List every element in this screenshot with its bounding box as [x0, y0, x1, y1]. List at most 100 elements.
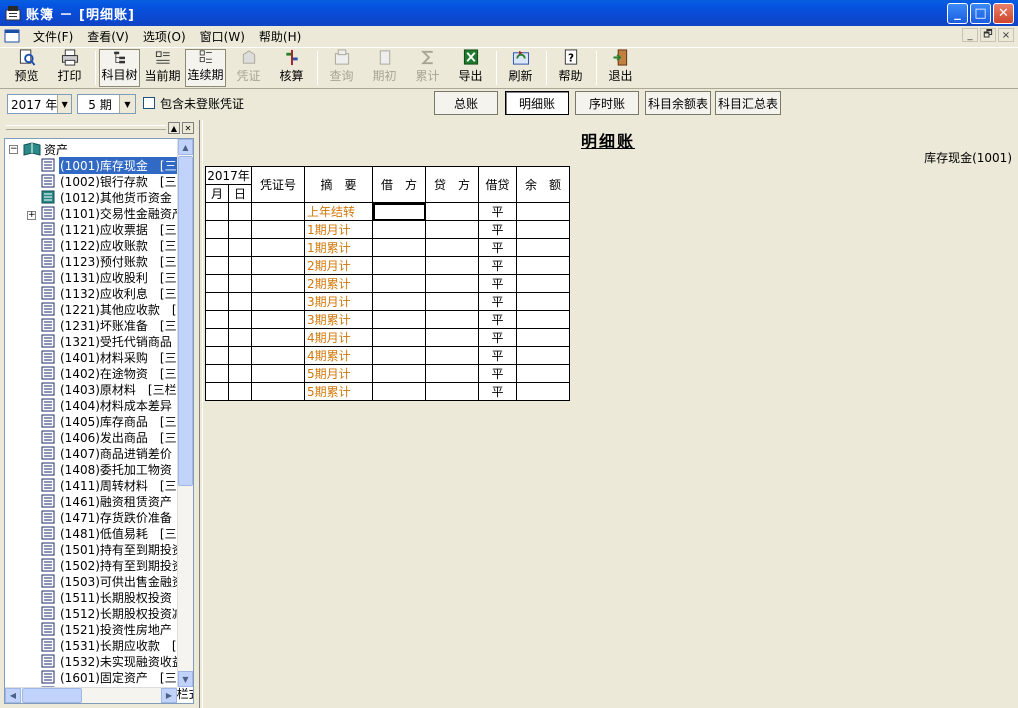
- voucher-cell[interactable]: [251, 256, 305, 275]
- debit-cell[interactable]: [372, 238, 426, 257]
- month-cell[interactable]: [205, 202, 229, 221]
- scroll-thumb[interactable]: [178, 156, 193, 486]
- scroll-right-icon[interactable]: ▶: [161, 688, 177, 703]
- title-bar[interactable]: 账簿 － [明细账] _ □ ✕: [0, 0, 1018, 26]
- scroll-left-icon[interactable]: ◀: [5, 688, 21, 703]
- tree-item[interactable]: (1511)长期股权投资: [41, 589, 173, 605]
- direction-cell[interactable]: 平: [478, 382, 517, 401]
- summary-cell[interactable]: 3期累计: [304, 310, 373, 329]
- balance-cell[interactable]: [516, 364, 570, 383]
- tree-item[interactable]: (1531)长期应收款 [三栏式]: [41, 637, 193, 653]
- summary-cell[interactable]: 4期月计: [304, 328, 373, 347]
- balance-cell[interactable]: [516, 202, 570, 221]
- debit-cell[interactable]: [372, 292, 426, 311]
- balance-cell[interactable]: [516, 256, 570, 275]
- month-cell[interactable]: [205, 364, 229, 383]
- period-select[interactable]: 5 期 ▼: [77, 94, 136, 114]
- refresh-button[interactable]: 刷新: [500, 49, 541, 87]
- help-button[interactable]: ? 帮助: [550, 49, 591, 87]
- table-row[interactable]: 2期月计 平: [205, 256, 570, 275]
- day-cell[interactable]: [228, 310, 252, 329]
- tree-item[interactable]: (1404)材料成本差异: [41, 397, 173, 413]
- tree-item[interactable]: (1002)银行存款 [三栏式]: [41, 173, 193, 189]
- tree-item[interactable]: (1532)未实现融资收益: [41, 653, 185, 669]
- voucher-cell[interactable]: [251, 328, 305, 347]
- close-panel-icon[interactable]: ✕: [182, 122, 194, 134]
- debit-cell[interactable]: [372, 274, 426, 293]
- direction-cell[interactable]: 平: [478, 220, 517, 239]
- day-cell[interactable]: [228, 364, 252, 383]
- debit-cell[interactable]: [372, 256, 426, 275]
- debit-cell[interactable]: [372, 202, 426, 221]
- year-select[interactable]: 2017 年 ▼: [7, 94, 72, 114]
- debit-cell[interactable]: [372, 346, 426, 365]
- credit-cell[interactable]: [425, 382, 479, 401]
- direction-cell[interactable]: 平: [478, 346, 517, 365]
- table-row[interactable]: 2期累计 平: [205, 274, 570, 293]
- direction-cell[interactable]: 平: [478, 310, 517, 329]
- tree-item[interactable]: (1012)其他货币资金: [41, 189, 173, 205]
- collapse-panel-icon[interactable]: ▲: [168, 122, 180, 134]
- day-cell[interactable]: [228, 238, 252, 257]
- tree-vertical-scrollbar[interactable]: ▲ ▼: [177, 139, 193, 687]
- table-row[interactable]: 1期月计 平: [205, 220, 570, 239]
- month-cell[interactable]: [205, 346, 229, 365]
- summary-cell[interactable]: 1期月计: [304, 220, 373, 239]
- table-row[interactable]: 3期累计 平: [205, 310, 570, 329]
- tree-item[interactable]: (1501)持有至到期投资: [41, 541, 185, 557]
- export-button[interactable]: 导出: [450, 49, 491, 87]
- debit-cell[interactable]: [372, 328, 426, 347]
- mdi-minimize-button[interactable]: _: [962, 28, 978, 42]
- month-cell[interactable]: [205, 238, 229, 257]
- tree-item[interactable]: (1221)其他应收款 [三栏式]: [41, 301, 193, 317]
- scroll-thumb[interactable]: [22, 688, 82, 703]
- day-cell[interactable]: [228, 220, 252, 239]
- voucher-cell[interactable]: [251, 346, 305, 365]
- direction-cell[interactable]: 平: [478, 364, 517, 383]
- month-cell[interactable]: [205, 220, 229, 239]
- menu-options[interactable]: 选项(O): [136, 28, 193, 45]
- month-cell[interactable]: [205, 274, 229, 293]
- tree-item[interactable]: (1405)库存商品 [三栏式]: [41, 413, 193, 429]
- scroll-up-icon[interactable]: ▲: [178, 139, 193, 155]
- day-cell[interactable]: [228, 256, 252, 275]
- tree-item[interactable]: (1407)商品进销差价: [41, 445, 173, 461]
- balance-cell[interactable]: [516, 292, 570, 311]
- exit-button[interactable]: 退出: [600, 49, 641, 87]
- day-cell[interactable]: [228, 274, 252, 293]
- table-row[interactable]: 上年结转 平: [205, 202, 570, 221]
- account-tree-button[interactable]: 科目树: [99, 49, 140, 87]
- preview-button[interactable]: 预览: [6, 49, 47, 87]
- credit-cell[interactable]: [425, 256, 479, 275]
- tree-root-assets[interactable]: 资产: [23, 141, 68, 157]
- debit-cell[interactable]: [372, 220, 426, 239]
- table-row[interactable]: 5期月计 平: [205, 364, 570, 383]
- tree-item[interactable]: (1461)融资租赁资产: [41, 493, 173, 509]
- voucher-cell[interactable]: [251, 310, 305, 329]
- print-button[interactable]: 打印: [49, 49, 90, 87]
- credit-cell[interactable]: [425, 220, 479, 239]
- direction-cell[interactable]: 平: [478, 256, 517, 275]
- tree-item[interactable]: (1408)委托加工物资: [41, 461, 173, 477]
- credit-cell[interactable]: [425, 238, 479, 257]
- balance-sheet-button[interactable]: 科目余额表: [645, 91, 711, 115]
- balance-cell[interactable]: [516, 346, 570, 365]
- direction-cell[interactable]: 平: [478, 292, 517, 311]
- voucher-cell[interactable]: [251, 292, 305, 311]
- tree-item[interactable]: (1502)持有至到期投资减值准备: [41, 557, 193, 573]
- summary-cell[interactable]: 1期累计: [304, 238, 373, 257]
- general-ledger-button[interactable]: 总账: [434, 91, 498, 115]
- table-row[interactable]: 5期累计 平: [205, 382, 570, 401]
- credit-cell[interactable]: [425, 328, 479, 347]
- tree-item[interactable]: (1132)应收利息 [三栏式]: [41, 285, 193, 301]
- tree-horizontal-scrollbar[interactable]: ◀ ▶: [5, 687, 177, 703]
- tree-item[interactable]: (1401)材料采购 [三栏式]: [41, 349, 193, 365]
- tree-item[interactable]: (1471)存货跌价准备: [41, 509, 173, 525]
- menu-help[interactable]: 帮助(H): [252, 28, 308, 45]
- tree-item[interactable]: (1122)应收账款 [三栏式]: [41, 237, 193, 253]
- tree-item[interactable]: (1521)投资性房地产: [41, 621, 173, 637]
- credit-cell[interactable]: [425, 346, 479, 365]
- direction-cell[interactable]: 平: [478, 238, 517, 257]
- summary-cell[interactable]: 4期累计: [304, 346, 373, 365]
- voucher-cell[interactable]: [251, 364, 305, 383]
